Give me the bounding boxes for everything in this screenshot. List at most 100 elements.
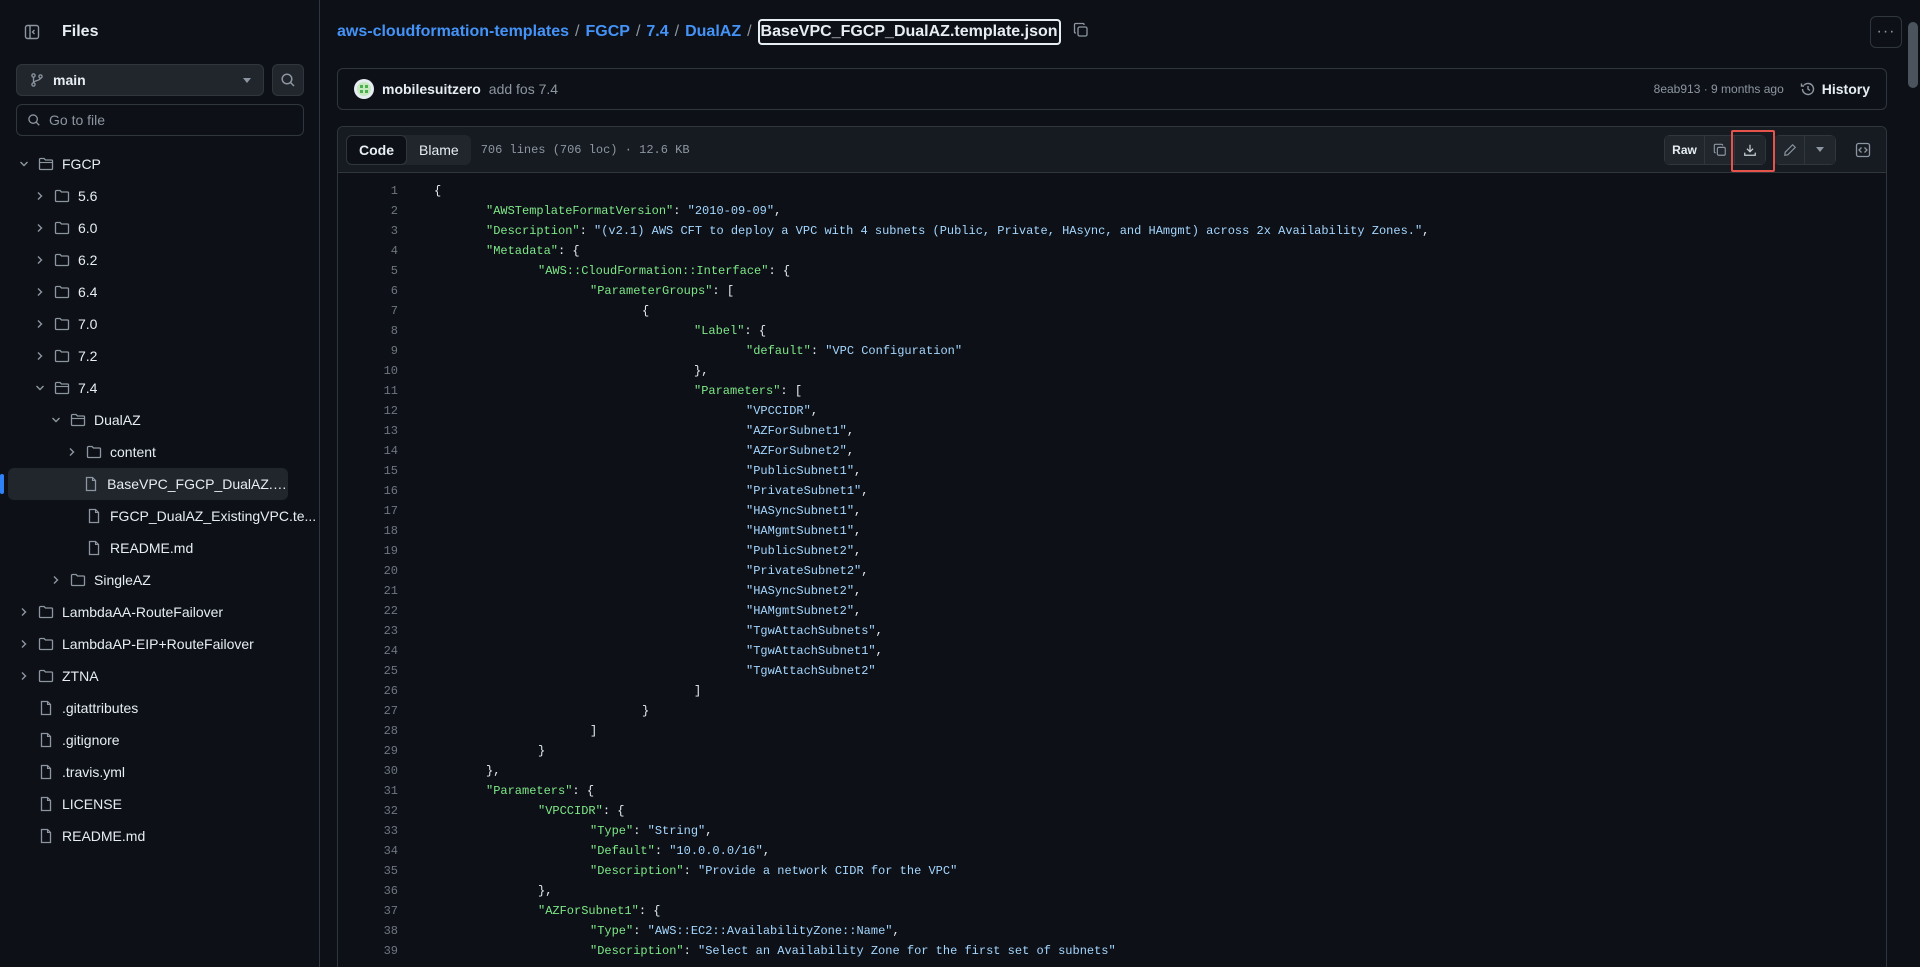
line-number[interactable]: 36 xyxy=(338,884,408,898)
tab-blame[interactable]: Blame xyxy=(407,135,471,165)
tree-folder[interactable]: FGCP xyxy=(0,148,320,180)
chevron-down-icon[interactable] xyxy=(16,158,32,170)
search-files-button[interactable] xyxy=(272,64,304,96)
line-number[interactable]: 19 xyxy=(338,544,408,558)
tree-folder[interactable]: 6.0 xyxy=(0,212,320,244)
code-view[interactable]: 1{2 "AWSTemplateFormatVersion": "2010-09-… xyxy=(338,173,1886,961)
tree-folder[interactable]: 6.2 xyxy=(0,244,320,276)
line-number[interactable]: 20 xyxy=(338,564,408,578)
line-number[interactable]: 8 xyxy=(338,324,408,338)
chevron-right-icon[interactable] xyxy=(32,190,48,202)
line-number[interactable]: 23 xyxy=(338,624,408,638)
chevron-right-icon[interactable] xyxy=(16,606,32,618)
line-number[interactable]: 11 xyxy=(338,384,408,398)
tree-file[interactable]: .gitignore xyxy=(0,724,320,756)
chevron-right-icon[interactable] xyxy=(48,574,64,586)
chevron-right-icon[interactable] xyxy=(32,318,48,330)
breadcrumb-repo-link[interactable]: aws-cloudformation-templates xyxy=(337,23,569,41)
line-number[interactable]: 16 xyxy=(338,484,408,498)
chevron-right-icon[interactable] xyxy=(16,670,32,682)
tree-folder[interactable]: SingleAZ xyxy=(0,564,320,596)
line-number[interactable]: 14 xyxy=(338,444,408,458)
line-number[interactable]: 1 xyxy=(338,184,408,198)
line-number[interactable]: 34 xyxy=(338,844,408,858)
collapse-sidebar-button[interactable] xyxy=(16,16,48,48)
raw-button[interactable]: Raw xyxy=(1665,135,1705,164)
line-number[interactable]: 10 xyxy=(338,364,408,378)
tab-code[interactable]: Code xyxy=(346,134,407,165)
chevron-down-icon[interactable] xyxy=(32,382,48,394)
tree-file[interactable]: FGCP_DualAZ_ExistingVPC.te... xyxy=(0,500,320,532)
tree-folder[interactable]: LambdaAA-RouteFailover xyxy=(0,596,320,628)
chevron-right-icon[interactable] xyxy=(32,286,48,298)
breadcrumb-link-dualaz[interactable]: DualAZ xyxy=(685,23,741,41)
line-number[interactable]: 4 xyxy=(338,244,408,258)
tree-folder[interactable]: 5.6 xyxy=(0,180,320,212)
tree-file[interactable]: README.md xyxy=(0,820,320,852)
line-number[interactable]: 29 xyxy=(338,744,408,758)
go-to-file-field[interactable] xyxy=(16,104,304,136)
branch-selector[interactable]: main xyxy=(16,64,264,96)
page-scrollbar[interactable] xyxy=(1906,0,1920,967)
tree-folder[interactable]: DualAZ xyxy=(0,404,320,436)
tree-folder[interactable]: LambdaAP-EIP+RouteFailover xyxy=(0,628,320,660)
line-number[interactable]: 6 xyxy=(338,284,408,298)
line-number[interactable]: 25 xyxy=(338,664,408,678)
more-options-button[interactable]: ··· xyxy=(1870,16,1902,48)
line-number[interactable]: 37 xyxy=(338,904,408,918)
line-number[interactable]: 31 xyxy=(338,784,408,798)
download-raw-button[interactable] xyxy=(1731,129,1775,172)
chevron-right-icon[interactable] xyxy=(32,222,48,234)
line-number[interactable]: 35 xyxy=(338,864,408,878)
tree-folder[interactable]: content xyxy=(0,436,320,468)
breadcrumb-link-fgcp[interactable]: FGCP xyxy=(585,23,629,41)
tree-file[interactable]: .gitattributes xyxy=(0,692,320,724)
commit-sha-time[interactable]: 8eab913 · 9 months ago xyxy=(1654,82,1784,96)
chevron-right-icon[interactable] xyxy=(32,254,48,266)
symbols-panel-button[interactable] xyxy=(1848,135,1878,165)
chevron-right-icon[interactable] xyxy=(32,350,48,362)
tree-folder[interactable]: 6.4 xyxy=(0,276,320,308)
line-number[interactable]: 32 xyxy=(338,804,408,818)
tree-folder[interactable]: ZTNA xyxy=(0,660,320,692)
scrollbar-thumb[interactable] xyxy=(1908,22,1918,88)
tree-file[interactable]: README.md xyxy=(0,532,320,564)
line-number[interactable]: 3 xyxy=(338,224,408,238)
chevron-down-icon[interactable] xyxy=(48,414,64,426)
tree-folder[interactable]: 7.0 xyxy=(0,308,320,340)
tree-file[interactable]: .travis.yml xyxy=(0,756,320,788)
chevron-right-icon[interactable] xyxy=(16,638,32,650)
line-number[interactable]: 27 xyxy=(338,704,408,718)
line-number[interactable]: 30 xyxy=(338,764,408,778)
line-number[interactable]: 28 xyxy=(338,724,408,738)
avatar[interactable] xyxy=(354,79,374,99)
edit-file-button[interactable] xyxy=(1775,135,1805,164)
line-number[interactable]: 21 xyxy=(338,584,408,598)
tree-folder[interactable]: 7.4 xyxy=(0,372,320,404)
line-number[interactable]: 15 xyxy=(338,464,408,478)
line-number[interactable]: 33 xyxy=(338,824,408,838)
tree-file[interactable]: BaseVPC_FGCP_DualAZ.temp... xyxy=(0,468,288,500)
line-number[interactable]: 9 xyxy=(338,344,408,358)
line-number[interactable]: 17 xyxy=(338,504,408,518)
line-number[interactable]: 12 xyxy=(338,404,408,418)
line-number[interactable]: 13 xyxy=(338,424,408,438)
breadcrumb-link-7-4[interactable]: 7.4 xyxy=(646,23,668,41)
line-number[interactable]: 26 xyxy=(338,684,408,698)
line-number[interactable]: 22 xyxy=(338,604,408,618)
chevron-right-icon[interactable] xyxy=(64,446,80,458)
tree-file[interactable]: LICENSE xyxy=(0,788,320,820)
history-button[interactable]: History xyxy=(1800,81,1870,97)
line-number[interactable]: 38 xyxy=(338,924,408,938)
tree-folder[interactable]: 7.2 xyxy=(0,340,320,372)
line-number[interactable]: 7 xyxy=(338,304,408,318)
line-number[interactable]: 39 xyxy=(338,944,408,958)
go-to-file-input[interactable] xyxy=(49,112,289,128)
edit-options-dropdown[interactable] xyxy=(1805,135,1835,164)
line-number[interactable]: 24 xyxy=(338,644,408,658)
copy-path-button[interactable] xyxy=(1073,22,1089,43)
commit-author[interactable]: mobilesuitzero xyxy=(382,81,481,97)
line-number[interactable]: 2 xyxy=(338,204,408,218)
line-number[interactable]: 18 xyxy=(338,524,408,538)
line-number[interactable]: 5 xyxy=(338,264,408,278)
